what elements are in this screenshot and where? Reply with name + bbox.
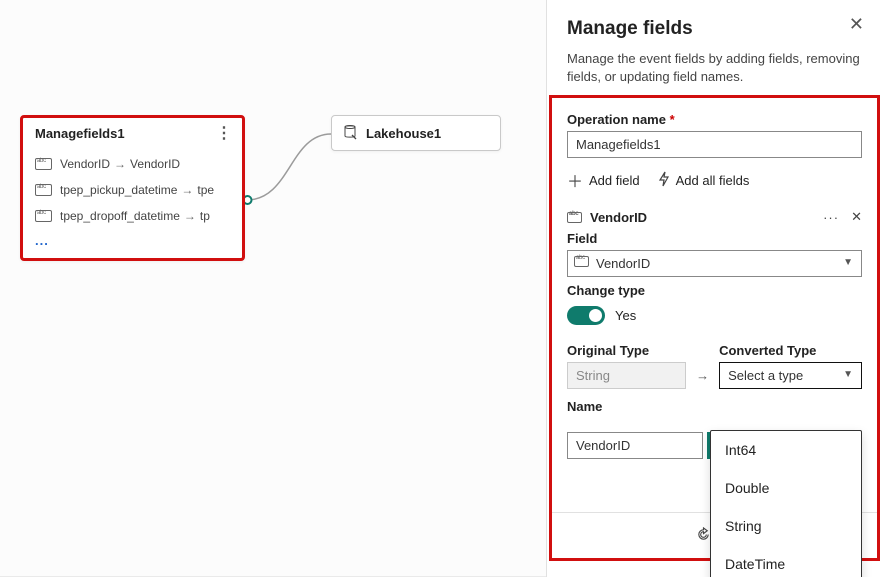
- lightning-icon: [658, 171, 670, 190]
- toggle-value-label: Yes: [615, 308, 636, 323]
- highlighted-region: Operation name * ＋ Add field Add all fie…: [549, 95, 880, 561]
- field-type-icon: [574, 256, 589, 267]
- node-menu-icon[interactable]: ⋮: [216, 129, 232, 139]
- original-type-label: Original Type: [567, 343, 686, 358]
- add-field-button[interactable]: ＋ Add field: [567, 168, 640, 192]
- operation-name-label: Operation name *: [567, 112, 862, 127]
- design-canvas[interactable]: Managefields1 ⋮ VendorID → VendorID tpep…: [0, 0, 546, 577]
- original-type-field: String: [567, 362, 686, 389]
- arrow-icon: →: [181, 183, 193, 197]
- dropdown-option[interactable]: Int64: [711, 431, 861, 469]
- refresh-icon[interactable]: [696, 527, 711, 545]
- more-icon[interactable]: ···: [823, 210, 839, 225]
- dropdown-option[interactable]: DateTime: [711, 545, 861, 577]
- field-type-icon: [35, 184, 52, 196]
- field-type-icon: [35, 158, 52, 170]
- converted-type-label: Converted Type: [719, 343, 862, 358]
- arrow-icon: →: [114, 157, 126, 171]
- manage-fields-panel: Manage fields ✕ Manage the event fields …: [546, 0, 882, 577]
- remove-field-icon[interactable]: ✕: [851, 209, 862, 225]
- field-section-header: VendorID: [590, 210, 647, 225]
- field-label: Field: [567, 231, 862, 246]
- dropdown-option[interactable]: String: [711, 507, 861, 545]
- close-icon[interactable]: ✕: [849, 14, 864, 35]
- node-field-row: tpep_pickup_datetime → tpe: [23, 177, 242, 203]
- arrow-icon: →: [184, 209, 196, 223]
- field-select[interactable]: VendorID ▼: [567, 250, 862, 277]
- node-lakehouse[interactable]: Lakehouse1: [331, 115, 501, 151]
- node-field-row: tpep_dropoff_datetime → tp: [23, 203, 242, 229]
- node-field-row: VendorID → VendorID: [23, 151, 242, 177]
- add-all-fields-button[interactable]: Add all fields: [658, 168, 750, 192]
- change-type-label: Change type: [567, 283, 862, 298]
- chevron-down-icon: ▼: [843, 257, 853, 268]
- name-label: Name: [567, 399, 862, 414]
- name-input[interactable]: [567, 432, 703, 459]
- dropdown-option[interactable]: Double: [711, 469, 861, 507]
- panel-description: Manage the event fields by adding fields…: [567, 50, 862, 85]
- node-more-indicator[interactable]: ...: [23, 229, 242, 252]
- field-type-icon: [35, 210, 52, 222]
- panel-title: Manage fields: [567, 18, 862, 40]
- converted-type-select[interactable]: Select a type ▼: [719, 362, 862, 389]
- field-type-icon: [567, 212, 582, 223]
- node-title-label: Lakehouse1: [366, 126, 441, 141]
- connection-edge: [0, 0, 546, 577]
- operation-name-input[interactable]: [567, 131, 862, 158]
- change-type-toggle[interactable]: [567, 306, 605, 325]
- node-title-label: Managefields1: [35, 126, 125, 141]
- chevron-down-icon: ▼: [843, 369, 853, 380]
- lakehouse-icon: [342, 124, 358, 143]
- plus-icon: ＋: [567, 168, 583, 192]
- converted-type-dropdown: Int64 Double String DateTime: [710, 430, 862, 577]
- node-manage-fields[interactable]: Managefields1 ⋮ VendorID → VendorID tpep…: [20, 115, 245, 261]
- arrow-icon: →: [696, 368, 709, 389]
